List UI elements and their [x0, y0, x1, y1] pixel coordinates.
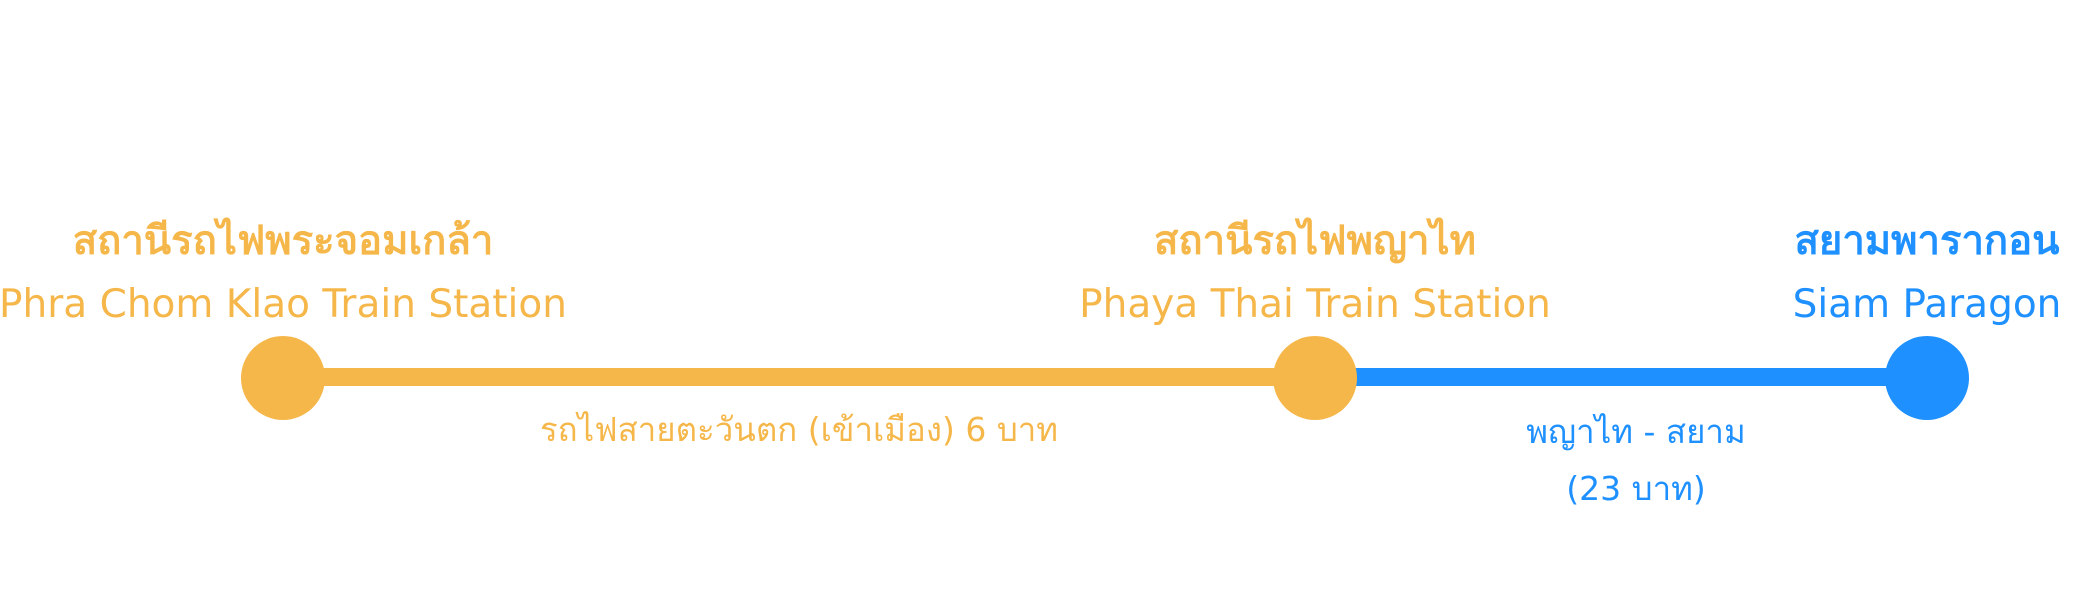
route-segment-western-line [283, 368, 1315, 386]
station-dot-siam-paragon [1885, 336, 1969, 420]
segment-fare-phayathai-siam: (23 บาท) [1566, 469, 1706, 508]
station-thai-name-phaya-thai: สถานีรถไฟพญาไท [1154, 218, 1476, 264]
station-dot-phra-chom-klao [241, 336, 325, 420]
station-thai-name-siam-paragon: สยามพารากอน [1794, 218, 2060, 264]
segment-label-phayathai-siam: พญาไท - สยาม [1526, 412, 1746, 451]
station-thai-name-phra-chom-klao: สถานีรถไฟพระจอมเกล้า [72, 218, 494, 264]
segment-label-western-line-fare: รถไฟสายตะวันตก (เข้าเมือง) 6 บาท [539, 410, 1059, 449]
route-segment-phayathai-siam [1315, 368, 1927, 386]
station-english-name-siam-paragon: Siam Paragon [1792, 282, 2062, 327]
station-english-name-phra-chom-klao: Phra Chom Klao Train Station [0, 282, 567, 327]
route-diagram: สถานีรถไฟพระจอมเกล้า Phra Chom Klao Trai… [0, 0, 2100, 600]
station-dot-phaya-thai [1273, 336, 1357, 420]
station-english-name-phaya-thai: Phaya Thai Train Station [1079, 282, 1551, 327]
